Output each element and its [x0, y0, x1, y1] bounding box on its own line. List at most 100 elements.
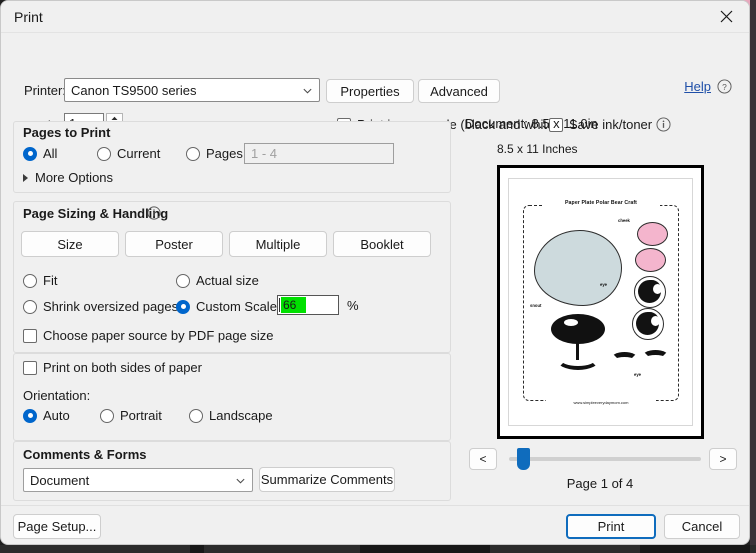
radio-landscape-label: Landscape	[209, 408, 273, 423]
print-button[interactable]: Print	[566, 514, 656, 539]
printer-section: Printer: Canon TS9500 series Properties …	[1, 32, 749, 112]
footer-divider	[1, 505, 749, 506]
more-options-toggle[interactable]: More Options	[23, 170, 113, 185]
eye-glint	[640, 301, 644, 304]
chevron-down-icon	[302, 85, 313, 96]
next-page-button[interactable]: >	[709, 448, 737, 470]
page-slider-track[interactable]	[509, 457, 701, 461]
triangle-right-icon	[23, 174, 28, 182]
radio-dot	[23, 147, 37, 161]
eye-shape	[634, 276, 666, 308]
radio-current-label: Current	[117, 146, 160, 161]
summarize-comments-button[interactable]: Summarize Comments	[259, 467, 395, 492]
question-mark-circle-icon[interactable]: ?	[717, 79, 732, 94]
pages-range-input[interactable]: 1 - 4	[244, 143, 394, 164]
brow-shape	[611, 352, 638, 366]
radio-fit[interactable]: Fit	[23, 273, 57, 288]
advanced-button[interactable]: Advanced	[418, 79, 500, 103]
radio-custom-scale-label: Custom Scale:	[196, 299, 281, 314]
dialog-titlebar: Print	[1, 1, 749, 32]
radio-dot	[23, 409, 37, 423]
pages-to-print-title: Pages to Print	[23, 125, 110, 140]
craft-label-cheek: cheek	[618, 218, 630, 223]
page-indicator: Page 1 of 4	[459, 476, 741, 491]
radio-dot	[23, 300, 37, 314]
radio-orientation-landscape[interactable]: Landscape	[189, 408, 273, 423]
radio-dot	[176, 300, 190, 314]
poster-button[interactable]: Poster	[125, 231, 223, 257]
eye-shape	[632, 308, 664, 340]
polar-bear-head-shape	[534, 230, 622, 306]
page-slider-thumb[interactable]	[517, 448, 530, 470]
custom-scale-value: 66	[281, 297, 306, 313]
printer-select[interactable]: Canon TS9500 series	[64, 78, 320, 102]
percent-label: %	[347, 298, 359, 313]
background-taskbar	[0, 545, 756, 553]
orientation-label: Orientation:	[23, 388, 90, 403]
help-link[interactable]: Help	[684, 79, 711, 94]
radio-portrait-label: Portrait	[120, 408, 162, 423]
checkbox-box	[23, 329, 37, 343]
previous-page-button[interactable]: <	[469, 448, 497, 470]
radio-actual-size[interactable]: Actual size	[176, 273, 259, 288]
craft-footer: www.simpleeverydaymom.com	[546, 400, 656, 405]
printer-label: Printer:	[24, 83, 66, 98]
document-size-label: Document: 8.5 x 11.0in	[465, 116, 598, 131]
chevron-down-icon	[235, 475, 246, 486]
radio-pages[interactable]: Pages	[186, 146, 243, 161]
eye-glint	[638, 333, 642, 336]
more-options-label: More Options	[35, 170, 113, 185]
radio-dot	[176, 274, 190, 288]
craft-label-eye: eye	[600, 282, 607, 287]
radio-dot	[186, 147, 200, 161]
cheek-shape	[637, 222, 668, 246]
choose-paper-source-checkbox[interactable]: Choose paper source by PDF page size	[23, 328, 274, 343]
size-button[interactable]: Size	[21, 231, 119, 257]
radio-all-label: All	[43, 146, 57, 161]
dialog-title: Print	[14, 9, 43, 25]
comments-forms-value: Document	[30, 473, 235, 488]
checkbox-box	[23, 361, 37, 375]
radio-custom-scale[interactable]: Custom Scale:	[176, 299, 281, 314]
radio-current[interactable]: Current	[97, 146, 160, 161]
radio-dot	[189, 409, 203, 423]
radio-auto-label: Auto	[43, 408, 70, 423]
multiple-button[interactable]: Multiple	[229, 231, 327, 257]
preview-page-content: Paper Plate Polar Bear Craft	[508, 178, 693, 426]
svg-text:?: ?	[722, 82, 727, 92]
comments-forms-select[interactable]: Document	[23, 468, 253, 492]
muzzle-arc-shape	[556, 348, 600, 370]
print-dialog: Print Printer: Canon TS9500 series Prope…	[0, 0, 750, 545]
info-circle-icon[interactable]	[147, 206, 161, 220]
radio-pages-label: Pages	[206, 146, 243, 161]
cancel-button[interactable]: Cancel	[664, 514, 740, 539]
radio-orientation-portrait[interactable]: Portrait	[100, 408, 162, 423]
radio-orientation-auto[interactable]: Auto	[23, 408, 70, 423]
pupil-shape	[636, 312, 659, 335]
radio-dot	[97, 147, 111, 161]
pupil-shape	[638, 280, 661, 303]
close-icon	[720, 10, 733, 23]
printer-select-value: Canon TS9500 series	[71, 83, 302, 98]
text-caret	[279, 298, 280, 312]
preview-page: Paper Plate Polar Bear Craft	[497, 165, 704, 439]
properties-button[interactable]: Properties	[326, 79, 414, 103]
craft-title: Paper Plate Polar Bear Craft	[542, 200, 660, 206]
radio-actual-size-label: Actual size	[196, 273, 259, 288]
radio-dot	[100, 409, 114, 423]
print-both-sides-checkbox[interactable]: Print on both sides of paper	[23, 360, 202, 375]
craft-label-snout: snout	[530, 303, 541, 308]
comments-forms-title: Comments & Forms	[23, 447, 147, 462]
radio-dot	[23, 274, 37, 288]
craft-label-eye: eye	[634, 372, 641, 377]
radio-all[interactable]: All	[23, 146, 57, 161]
craft-sheet: Paper Plate Polar Bear Craft	[523, 205, 679, 401]
booklet-button[interactable]: Booklet	[333, 231, 431, 257]
radio-shrink-oversized[interactable]: Shrink oversized pages	[23, 299, 178, 314]
choose-paper-source-label: Choose paper source by PDF page size	[43, 328, 274, 343]
page-setup-button[interactable]: Page Setup...	[13, 514, 101, 539]
background-window-edge	[750, 0, 756, 553]
print-preview-panel: Document: 8.5 x 11.0in 8.5 x 11 Inches P…	[459, 116, 741, 501]
close-button[interactable]	[704, 1, 749, 32]
custom-scale-input[interactable]: 66	[277, 295, 339, 315]
